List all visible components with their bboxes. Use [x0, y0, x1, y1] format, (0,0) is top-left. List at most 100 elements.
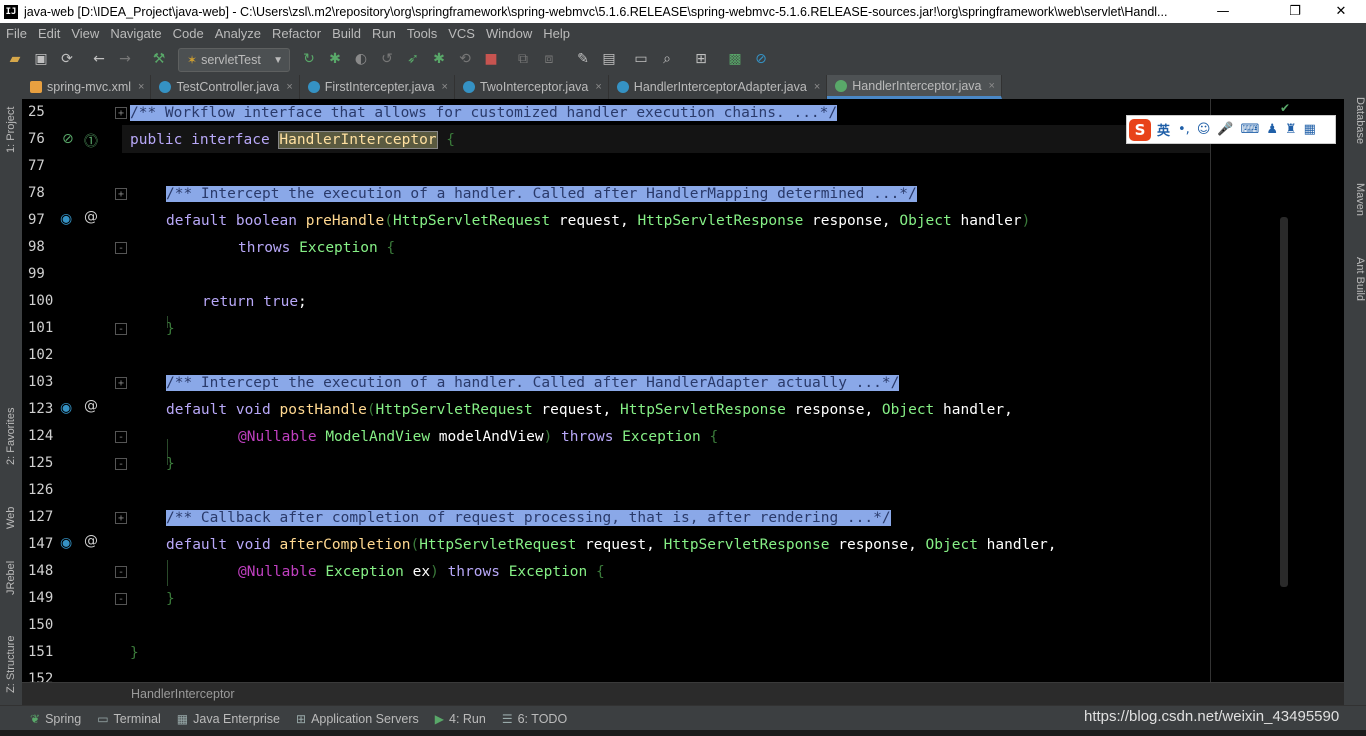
code-editor[interactable]: 25 76 77 78 97 98 99 100 101 102 103 123… — [22, 99, 1344, 682]
java-enterprise-icon: ▦ — [176, 711, 189, 726]
menu-view[interactable]: View — [65, 26, 104, 41]
title-bar: IJ java-web [D:\IDEA_Project\java-web] -… — [0, 0, 1366, 23]
stop-icon[interactable]: ■ — [482, 50, 500, 68]
build-hammer-icon[interactable]: ⚒ — [150, 50, 168, 68]
todo-tool-button[interactable]: ☰ 6: TODO — [502, 712, 567, 726]
rerun-icon[interactable]: ↻ — [300, 50, 318, 68]
activity-monitor-icon[interactable]: ▩ — [726, 50, 744, 68]
sync-icon[interactable]: ⟳ — [58, 50, 76, 68]
editor-scrollbar[interactable] — [1280, 217, 1288, 587]
emoji-icon[interactable]: ☺ — [1197, 122, 1211, 137]
tab-test-controller[interactable]: TestController.java × — [151, 75, 300, 99]
line-number: 99 — [28, 266, 45, 282]
type-name: HttpServletResponse — [637, 213, 804, 229]
update-app-icon[interactable]: ⧉ — [514, 50, 532, 68]
structure-tool-button[interactable]: Z: Structure — [1, 613, 21, 693]
tab-two-interceptor[interactable]: TwoInterceptor.java × — [455, 75, 609, 99]
sogou-logo-icon[interactable]: S — [1129, 118, 1151, 141]
jrebel-run-icon[interactable]: ➶ — [404, 50, 422, 68]
fold-marker-icon[interactable]: - — [115, 431, 127, 443]
spring-bean-icon[interactable]: ⊘ — [62, 131, 74, 147]
minimize-button[interactable]: — — [1200, 0, 1246, 23]
menu-analyze[interactable]: Analyze — [209, 26, 266, 41]
fold-marker-icon[interactable]: + — [115, 512, 127, 524]
skin-icon[interactable]: ♜ — [1285, 122, 1297, 137]
coverage-icon[interactable]: ◐ — [352, 50, 370, 68]
database-tool-button[interactable]: Database — [1346, 97, 1366, 167]
fold-marker-icon[interactable]: - — [115, 242, 127, 254]
jrebel-debug-icon[interactable]: ✱ — [430, 50, 448, 68]
maven-tool-button[interactable]: Maven — [1346, 183, 1366, 235]
attach-icon[interactable]: ⟲ — [456, 50, 474, 68]
spring-tool-button[interactable]: ❦ Spring — [30, 712, 81, 726]
run-configuration-select[interactable]: ✶ servletTest ▼ — [178, 48, 290, 72]
tab-spring-mvc-xml[interactable]: spring-mvc.xml × — [22, 75, 152, 99]
terminal-tool-button[interactable]: ▭ Terminal — [97, 712, 161, 726]
user-icon[interactable]: ♟ — [1266, 122, 1278, 137]
menu-tools[interactable]: Tools — [401, 26, 442, 41]
inspection-ok-icon[interactable]: ✔ — [1280, 101, 1290, 115]
menu-edit[interactable]: Edit — [32, 26, 65, 41]
tab-handler-interceptor-adapter[interactable]: HandlerInterceptorAdapter.java × — [609, 75, 828, 99]
breadcrumb-item[interactable]: HandlerInterceptor — [131, 687, 235, 701]
close-tab-icon[interactable]: × — [286, 81, 292, 93]
tab-handler-interceptor[interactable]: HandlerInterceptor.java × — [827, 75, 1002, 99]
search-icon[interactable]: ⌕ — [658, 50, 676, 68]
implemented-by-icon[interactable]: ⓵ — [84, 131, 98, 151]
close-tab-icon[interactable]: × — [138, 81, 144, 93]
back-arrow-icon[interactable]: ← — [90, 50, 108, 68]
close-tab-icon[interactable]: × — [595, 81, 601, 93]
close-tab-icon[interactable]: × — [814, 81, 820, 93]
close-button[interactable]: ✕ — [1318, 0, 1364, 23]
project-structure-icon[interactable]: ▤ — [600, 50, 618, 68]
menu-code[interactable]: Code — [167, 26, 209, 41]
fold-marker-icon[interactable]: + — [115, 107, 127, 119]
menu-build[interactable]: Build — [326, 26, 366, 41]
terminal-window-icon[interactable]: ▭ — [632, 50, 650, 68]
menu-run[interactable]: Run — [366, 26, 401, 41]
close-tab-icon[interactable]: × — [989, 80, 995, 92]
microphone-icon[interactable]: 🎤 — [1217, 122, 1233, 137]
menu-help[interactable]: Help — [537, 26, 575, 41]
forward-arrow-icon[interactable]: → — [116, 50, 134, 68]
fold-marker-icon[interactable]: + — [115, 188, 127, 200]
sdk-manager-icon[interactable]: ⊞ — [692, 50, 710, 68]
settings-wrench-icon[interactable]: ✎ — [574, 50, 592, 68]
implemented-method-icon[interactable]: ◉ — [60, 211, 72, 227]
menu-refactor[interactable]: Refactor — [266, 26, 326, 41]
run-tool-button[interactable]: ▶ 4: Run — [435, 712, 486, 726]
fold-marker-icon[interactable]: - — [115, 323, 127, 335]
project-tool-button[interactable]: 1: Project — [1, 83, 21, 153]
menu-window[interactable]: Window — [480, 26, 537, 41]
maximize-button[interactable]: ❐ — [1272, 0, 1318, 23]
fold-marker-icon[interactable]: - — [115, 566, 127, 578]
open-folder-icon[interactable]: ▰ — [6, 50, 24, 68]
jrebel-tool-button[interactable]: JRebel — [1, 545, 21, 595]
debug-bug-icon[interactable]: ✱ — [326, 50, 344, 68]
web-tool-button[interactable]: Web — [1, 483, 21, 529]
favorites-tool-button[interactable]: 2: Favorites — [1, 385, 21, 465]
line-number: 100 — [28, 293, 54, 309]
menu-file[interactable]: File — [0, 26, 32, 41]
punctuation-icon[interactable]: •, — [1178, 122, 1190, 137]
implemented-method-icon[interactable]: ◉ — [60, 535, 72, 551]
fold-marker-icon[interactable]: - — [115, 458, 127, 470]
fold-marker-icon[interactable]: + — [115, 377, 127, 389]
power-save-icon[interactable]: ⊘ — [752, 50, 770, 68]
menu-navigate[interactable]: Navigate — [104, 26, 166, 41]
save-icon[interactable]: ▣ — [32, 50, 50, 68]
toolbox-icon[interactable]: ▦ — [1304, 122, 1316, 137]
ime-mode-indicator[interactable]: 英 — [1157, 120, 1170, 139]
profile-icon[interactable]: ↺ — [378, 50, 396, 68]
tab-first-intercepter[interactable]: FirstIntercepter.java × — [300, 75, 455, 99]
keyboard-icon[interactable]: ⌨ — [1241, 122, 1260, 137]
close-icon: ✕ — [1335, 4, 1347, 19]
implemented-method-icon[interactable]: ◉ — [60, 400, 72, 416]
application-servers-tool-button[interactable]: ⊞ Application Servers — [296, 712, 419, 726]
hotswap-icon[interactable]: ⧈ — [540, 50, 558, 68]
fold-marker-icon[interactable]: - — [115, 593, 127, 605]
close-tab-icon[interactable]: × — [442, 81, 448, 93]
ant-build-tool-button[interactable]: Ant Build — [1346, 257, 1366, 327]
java-enterprise-tool-button[interactable]: ▦ Java Enterprise — [177, 712, 280, 726]
menu-vcs[interactable]: VCS — [442, 26, 480, 41]
